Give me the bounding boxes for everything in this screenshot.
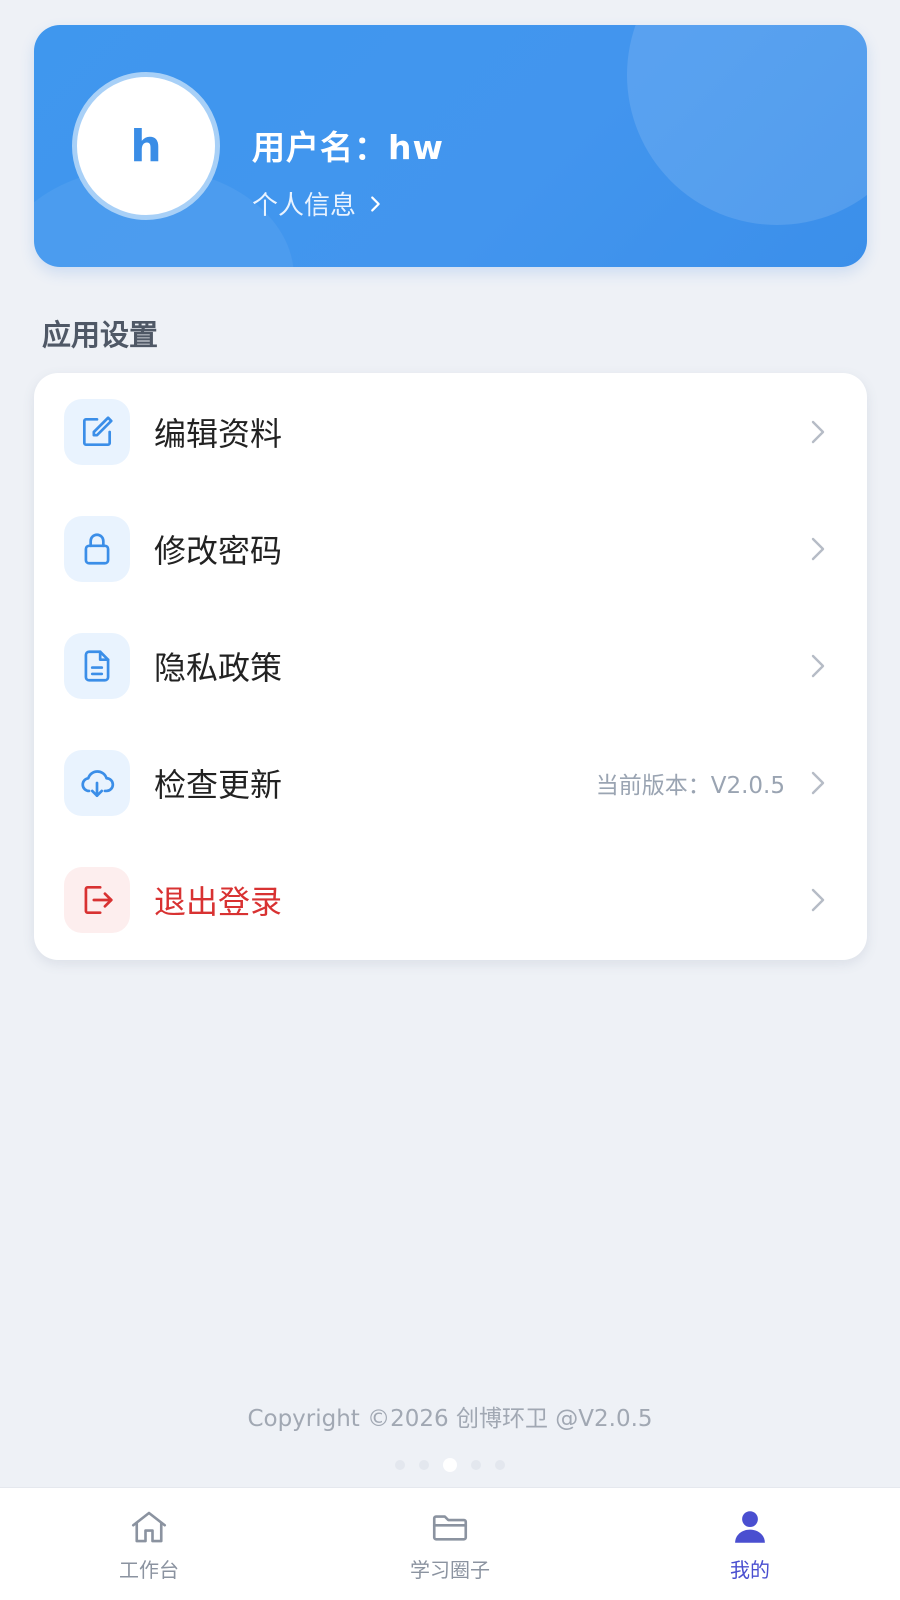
- user-icon: [735, 1511, 765, 1543]
- username-text: 用户名：hw: [252, 128, 444, 167]
- tab-workbench[interactable]: 工作台: [49, 1488, 249, 1600]
- menu-item-change-password[interactable]: 修改密码: [34, 490, 867, 607]
- menu-item-check-update[interactable]: 检查更新 当前版本：V2.0.5: [34, 724, 867, 841]
- page-dot: [395, 1460, 405, 1470]
- avatar[interactable]: h: [72, 72, 220, 220]
- profile-card[interactable]: h 用户名：hw 个人信息: [34, 25, 867, 267]
- cloud-download-icon: [64, 749, 130, 816]
- menu-item-label: 退出登录: [154, 882, 283, 921]
- personal-info-label: 个人信息: [252, 191, 357, 221]
- chevron-right-icon: [811, 537, 825, 560]
- decor-circle: [627, 25, 867, 225]
- section-title: 应用设置: [42, 318, 159, 352]
- tab-learning-circle[interactable]: 学习圈子: [350, 1488, 550, 1600]
- page-dot: [471, 1460, 481, 1470]
- bottom-tab-bar: 工作台 学习圈子 我的: [0, 1487, 900, 1600]
- menu-item-label: 检查更新: [154, 765, 283, 804]
- menu-item-label: 编辑资料: [154, 414, 283, 453]
- edit-icon: [64, 398, 130, 465]
- chevron-right-icon: [371, 195, 380, 212]
- document-icon: [64, 632, 130, 699]
- menu-item-privacy-policy[interactable]: 隐私政策: [34, 607, 867, 724]
- tab-mine[interactable]: 我的: [650, 1488, 850, 1600]
- page-dot: [419, 1460, 429, 1470]
- folder-icon: [432, 1515, 468, 1541]
- menu-item-label: 修改密码: [154, 531, 283, 570]
- chevron-right-icon: [811, 888, 825, 911]
- chevron-right-icon: [811, 771, 825, 794]
- lock-icon: [64, 515, 130, 582]
- chevron-right-icon: [811, 420, 825, 443]
- page-dot: [495, 1460, 505, 1470]
- tab-label: 学习圈子: [410, 1558, 490, 1582]
- settings-menu: 编辑资料 修改密码 隐私政策 检查更新 当前版本：V2.0.5 退出登录: [34, 373, 867, 960]
- tab-label: 工作台: [119, 1558, 179, 1582]
- menu-item-label: 隐私政策: [154, 648, 283, 687]
- page-indicator: [0, 1458, 900, 1472]
- current-version-text: 当前版本：V2.0.5: [595, 772, 785, 799]
- home-icon: [131, 1511, 167, 1543]
- tab-label: 我的: [730, 1558, 770, 1582]
- personal-info-link[interactable]: 个人信息: [252, 185, 386, 222]
- page-dot-active: [443, 1458, 457, 1472]
- menu-item-logout[interactable]: 退出登录: [34, 841, 867, 958]
- copyright-text: Copyright ©2026 创博环卫 @V2.0.5: [247, 1406, 653, 1432]
- profile-page: h 用户名：hw 个人信息 应用设置 编辑资料 修改密码 隐私政策 检查更新 当…: [0, 0, 900, 1600]
- menu-item-edit-profile[interactable]: 编辑资料: [34, 373, 867, 490]
- logout-icon: [64, 866, 130, 933]
- chevron-right-icon: [811, 654, 825, 677]
